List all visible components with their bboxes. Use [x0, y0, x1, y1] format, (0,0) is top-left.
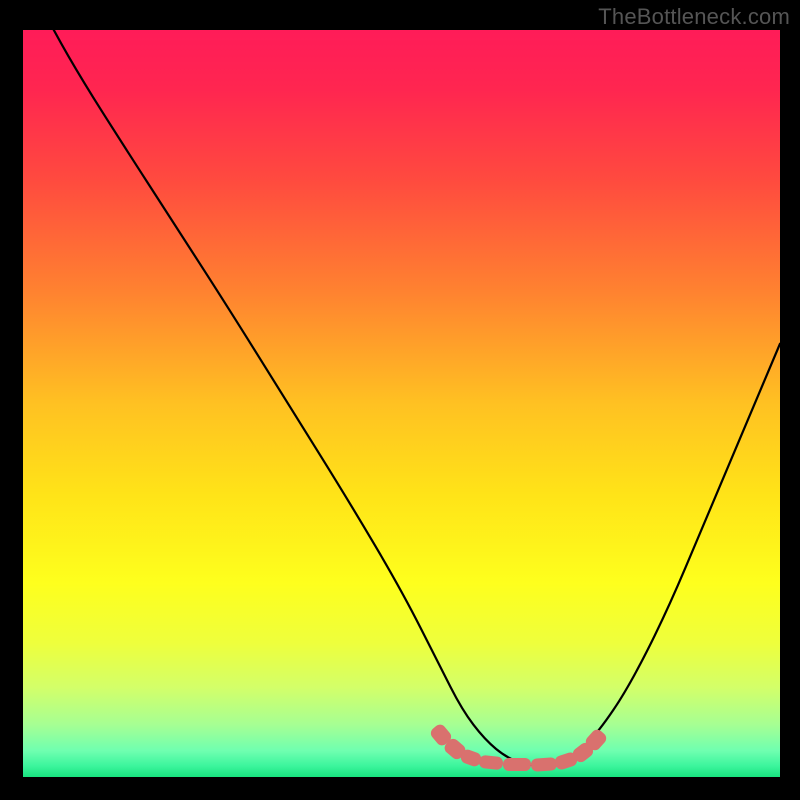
bottleneck-marker-segment: [531, 757, 558, 772]
bottleneck-marker-segment: [478, 755, 503, 770]
bottleneck-curve: [23, 30, 780, 777]
plot-area: [23, 30, 780, 777]
bottleneck-marker-segment: [503, 758, 531, 771]
attribution-text: TheBottleneck.com: [598, 4, 790, 30]
chart-frame: TheBottleneck.com: [0, 0, 800, 800]
